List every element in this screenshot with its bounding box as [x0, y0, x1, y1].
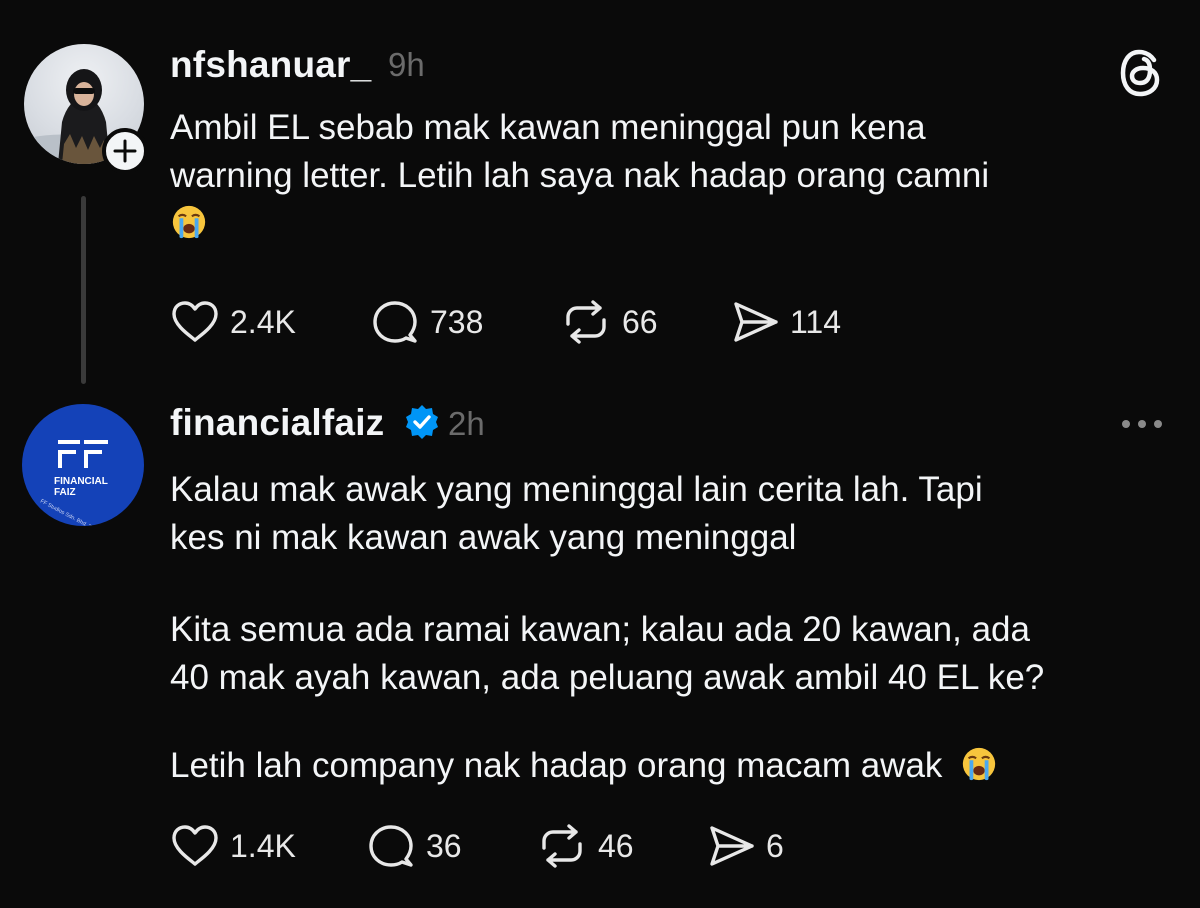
post1-emoji-line: [170, 200, 1170, 248]
post1-text-line1: Ambil EL sebab mak kawan meninggal pun k…: [170, 108, 926, 147]
post1-reposts-count: 66: [622, 303, 658, 340]
share-icon: [710, 826, 754, 866]
post2-time: 2h: [448, 405, 485, 442]
post1-likes-count: 2.4K: [230, 303, 296, 340]
post1-text-line2: warning letter. Letih lah saya nak hadap…: [170, 156, 990, 195]
share-icon: [734, 302, 778, 342]
repost-icon: [542, 824, 582, 868]
post2-para2-line1: Kita semua ada ramai kawan; kalau ada 20…: [170, 610, 1030, 649]
post1-reply-button[interactable]: 738: [370, 300, 483, 344]
post1-replies-count: 738: [430, 303, 484, 340]
post1-like-button[interactable]: 2.4K: [170, 300, 296, 344]
heart-icon: [172, 301, 218, 342]
post2-para1-line1: Kalau mak awak yang meninggal lain cerit…: [170, 470, 983, 509]
post2-replies-count: 36: [426, 827, 462, 864]
post1-repost-button[interactable]: 66: [560, 300, 658, 344]
post2-share-button[interactable]: 6: [706, 824, 784, 868]
loudly-crying-face-icon: [172, 205, 206, 239]
avatar-text-line1: FINANCIAL: [54, 476, 108, 487]
avatar-caption: FF Studios Sdn. Bhd. 202001021781: [39, 498, 122, 526]
avatar-text-line2: FAIZ: [54, 487, 76, 498]
comment-icon: [373, 301, 417, 343]
post2-para3-line: Letih lah company nak hadap orang macam …: [170, 742, 1170, 790]
threads-logo-icon[interactable]: [1118, 46, 1168, 105]
post2-para3-text: Letih lah company nak hadap orang macam …: [170, 746, 943, 785]
post2-username[interactable]: financialfaiz: [170, 402, 384, 444]
post2-reply-button[interactable]: 36: [366, 824, 462, 868]
threads-feed: nfshanuar_ 9h Ambil EL sebab mak kawan m…: [0, 0, 1200, 908]
thread-connector-line: [81, 196, 86, 384]
loudly-crying-face-icon: [963, 747, 996, 781]
post2-shares-count: 6: [766, 827, 784, 864]
post1-username[interactable]: nfshanuar_: [170, 44, 371, 86]
post2-likes-count: 1.4K: [230, 827, 296, 864]
plus-icon: [113, 139, 137, 163]
post2-text: Kalau mak awak yang meninggal lain cerit…: [170, 466, 1170, 562]
post1-share-button[interactable]: 114: [730, 300, 841, 344]
avatar-financialfaiz[interactable]: FINANCIAL FAIZ FF Studios Sdn. Bhd. 2020…: [22, 404, 144, 526]
post2-para2-line2: 40 mak ayah kawan, ada peluang awak ambi…: [170, 658, 1045, 697]
post2-para3: Letih lah company nak hadap orang macam …: [170, 742, 1170, 790]
heart-icon: [172, 825, 218, 866]
verified-badge-icon: [404, 404, 440, 445]
post2-para1-line2: kes ni mak kawan awak yang meninggal: [170, 518, 797, 557]
post2-reposts-count: 46: [598, 827, 634, 864]
post2-para2: Kita semua ada ramai kawan; kalau ada 20…: [170, 606, 1170, 702]
financial-faiz-logo: FINANCIAL FAIZ FF Studios Sdn. Bhd. 2020…: [39, 440, 122, 526]
post2-repost-button[interactable]: 46: [536, 824, 634, 868]
post2-like-button[interactable]: 1.4K: [170, 824, 296, 868]
post1-shares-count: 114: [790, 303, 842, 340]
repost-icon: [566, 300, 606, 344]
follow-button[interactable]: [102, 128, 148, 174]
comment-icon: [369, 825, 413, 867]
more-options-icon[interactable]: [1118, 414, 1166, 439]
post1-text: Ambil EL sebab mak kawan meninggal pun k…: [170, 104, 1170, 248]
post1-time: 9h: [388, 46, 425, 83]
